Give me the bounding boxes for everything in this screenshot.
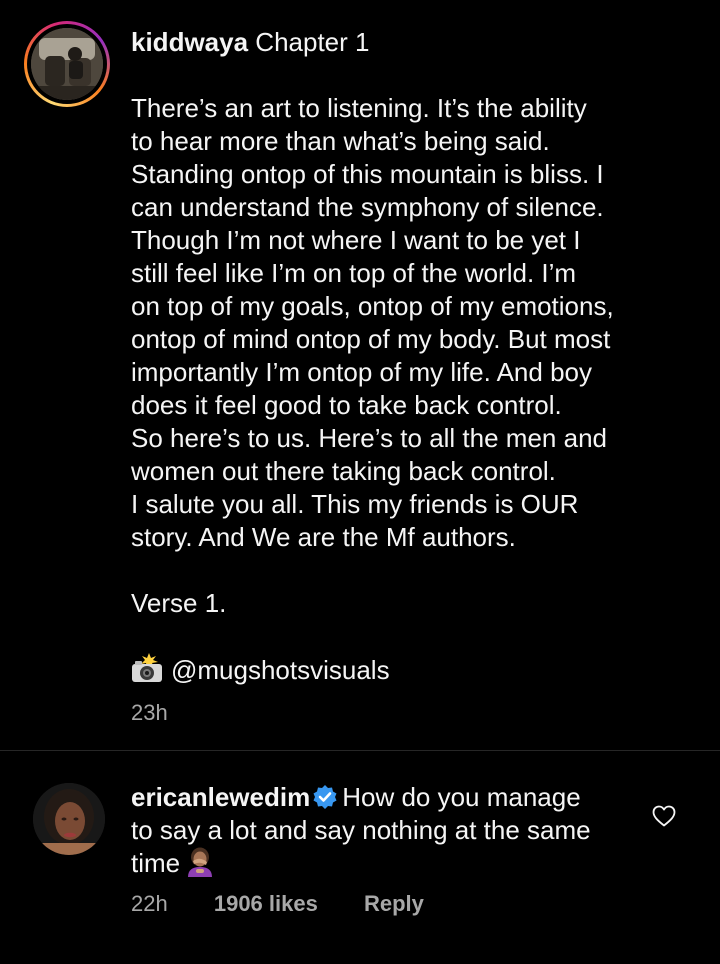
caption-line: women out there taking back control. bbox=[131, 456, 556, 486]
author-username[interactable]: kiddwaya bbox=[131, 27, 248, 57]
verified-badge-icon bbox=[313, 785, 337, 809]
caption-line: I salute you all. This my friends is OUR bbox=[131, 489, 579, 519]
caption-line: can understand the symphony of silence. bbox=[131, 192, 604, 222]
comment-meta: 22h 1906 likes Reply bbox=[131, 891, 424, 917]
comment-item: ericanlewedim How do you manage to say a… bbox=[0, 751, 720, 964]
caption-line: Though I’m not where I want to be yet I bbox=[131, 225, 581, 255]
caption-text: There’s an art to listening. It’s the ab… bbox=[131, 92, 691, 686]
caption-line: story. And We are the Mf authors. bbox=[131, 522, 516, 552]
comment-text-line: How do you manage bbox=[342, 782, 581, 812]
caption-line: to hear more than what’s being said. bbox=[131, 126, 550, 156]
car-interior-photo-icon bbox=[31, 28, 103, 100]
commenter-username[interactable]: ericanlewedim bbox=[131, 782, 310, 812]
commenter-avatar[interactable] bbox=[33, 783, 105, 855]
credit-mention-link[interactable]: @mugshotsvisuals bbox=[171, 655, 390, 685]
comment-timestamp: 22h bbox=[131, 891, 168, 916]
caption-line: still feel like I’m on top of the world.… bbox=[131, 258, 577, 288]
person-facepalming-icon bbox=[188, 847, 213, 877]
comment-line: time bbox=[131, 847, 651, 880]
camera-flash-icon bbox=[132, 653, 162, 682]
caption-line: does it feel good to take back control. bbox=[131, 390, 562, 420]
photo-credit: @mugshotsvisuals bbox=[131, 653, 691, 686]
comment-likes-count[interactable]: 1906 likes bbox=[214, 891, 318, 917]
author-avatar[interactable] bbox=[24, 21, 110, 107]
commenter-avatar-photo bbox=[33, 783, 105, 855]
caption-line: importantly I’m ontop of my life. And bo… bbox=[131, 357, 592, 387]
caption-line: on top of my goals, ontop of my emotions… bbox=[131, 291, 614, 321]
caption-line: ontop of mind ontop of my body. But most bbox=[131, 324, 611, 354]
author-avatar-photo bbox=[31, 28, 103, 100]
post-title: Chapter 1 bbox=[255, 27, 370, 57]
caption-line: There’s an art to listening. It’s the ab… bbox=[131, 93, 587, 123]
post-caption: kiddwaya Chapter 1 There’s an art to lis… bbox=[0, 0, 720, 750]
comment-line: ericanlewedim How do you manage bbox=[131, 781, 651, 814]
comment-text-line: time bbox=[131, 848, 181, 878]
post-timestamp: 23h bbox=[131, 700, 168, 725]
caption-line: Standing ontop of this mountain is bliss… bbox=[131, 159, 604, 189]
comment-text-line: to say a lot and say nothing at the same bbox=[131, 815, 591, 845]
reply-button[interactable]: Reply bbox=[364, 891, 424, 917]
post-header: kiddwaya Chapter 1 bbox=[131, 26, 369, 58]
like-heart-icon[interactable] bbox=[652, 805, 676, 827]
caption-verse: Verse 1. bbox=[131, 588, 227, 618]
caption-line: So here’s to us. Here’s to all the men a… bbox=[131, 423, 607, 453]
comment-text: ericanlewedim How do you manage to say a… bbox=[131, 781, 651, 880]
